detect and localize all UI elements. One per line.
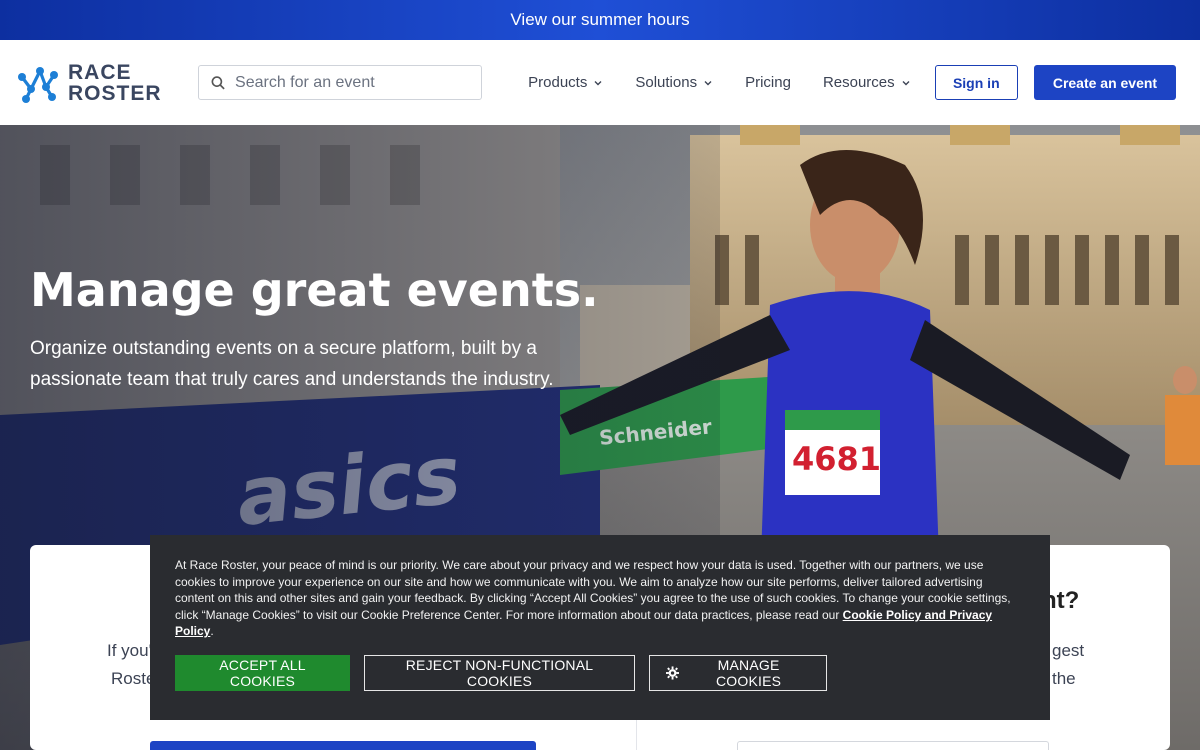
cookie-text-end: . — [210, 624, 214, 639]
nav-pricing[interactable]: Pricing — [729, 74, 807, 91]
card-input-field[interactable] — [737, 741, 1049, 750]
chevron-down-icon — [704, 80, 712, 85]
header: RACE ROSTER Products Solutions Pricing R… — [0, 40, 1200, 125]
logo-wordmark: RACE ROSTER — [68, 62, 162, 104]
logo-line-1: RACE — [68, 60, 132, 84]
logo-icon — [18, 66, 58, 103]
reject-non-functional-cookies-button[interactable]: REJECT NON-FUNCTIONAL COOKIES — [364, 654, 635, 691]
nav-solutions[interactable]: Solutions — [619, 74, 729, 91]
hero-subtitle: Organize outstanding events on a secure … — [30, 338, 554, 390]
announcement-bar: View our summer hours — [0, 0, 1200, 40]
search-input[interactable] — [235, 73, 470, 92]
create-event-button[interactable]: Create an event — [1033, 65, 1176, 100]
nav-resources-label: Resources — [822, 74, 895, 91]
chevron-down-icon — [594, 80, 602, 85]
nav-solutions-label: Solutions — [635, 74, 698, 91]
hero-title: Manage great events. — [30, 263, 599, 317]
search-box[interactable] — [197, 65, 483, 100]
card-right-text: gest the — [1052, 637, 1084, 693]
chevron-down-icon — [902, 80, 910, 85]
nav-products-label: Products — [528, 74, 588, 91]
cookie-buttons: ACCEPT ALL COOKIES REJECT NON-FUNCTIONAL… — [175, 654, 1025, 691]
cookie-text: At Race Roster, your peace of mind is ou… — [175, 557, 1025, 640]
nav-products[interactable]: Products — [512, 74, 619, 91]
manage-cookies-label: MANAGE COOKIES — [715, 656, 782, 689]
search-icon — [211, 75, 225, 89]
sign-in-button[interactable]: Sign in — [934, 65, 1018, 100]
accept-all-cookies-button[interactable]: ACCEPT ALL COOKIES — [175, 654, 350, 691]
card-primary-button[interactable] — [150, 741, 536, 750]
gear-icon — [666, 666, 680, 680]
nav-pricing-label: Pricing — [745, 74, 791, 91]
manage-cookies-button[interactable]: MANAGE COOKIES — [649, 654, 827, 691]
summer-hours-link[interactable]: View our summer hours — [510, 10, 689, 30]
bib-number: 4681 — [792, 440, 881, 478]
cookie-consent-banner: At Race Roster, your peace of mind is ou… — [150, 535, 1050, 720]
card-right-line-2: the — [1052, 669, 1076, 688]
race-roster-logo[interactable]: RACE ROSTER — [16, 59, 182, 107]
logo-line-2: ROSTER — [68, 81, 162, 105]
card-right-line-1: gest — [1052, 641, 1085, 660]
main-nav: Products Solutions Pricing Resources — [512, 74, 926, 91]
nav-resources[interactable]: Resources — [807, 74, 927, 91]
